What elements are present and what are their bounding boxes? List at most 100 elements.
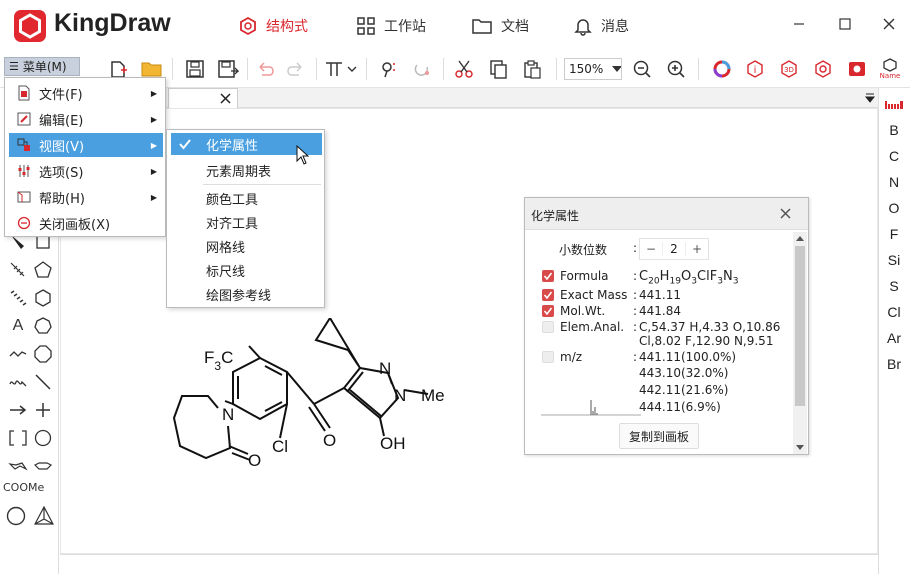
minimize-button[interactable] <box>784 12 814 36</box>
atom-text-tool[interactable]: A <box>6 314 30 338</box>
line-tool[interactable] <box>31 370 55 394</box>
toolbar-divider <box>366 58 367 80</box>
mz-peak: 442.11(21.6%) <box>639 383 729 397</box>
element-button-n[interactable]: N <box>878 174 910 190</box>
text-style-button[interactable] <box>322 56 346 82</box>
hexagon-icon <box>35 289 51 307</box>
tab-structure[interactable]: 结构式 <box>238 14 308 38</box>
search-structure-button[interactable] <box>811 56 835 82</box>
bold-hash-tool[interactable] <box>6 286 30 310</box>
scroll-up-icon[interactable] <box>796 235 804 241</box>
element-button-s[interactable]: S <box>878 278 910 294</box>
submenu-divider <box>203 184 321 185</box>
paste-button[interactable] <box>520 56 544 82</box>
exact-mass-checkbox[interactable] <box>542 289 554 301</box>
circle-tool[interactable] <box>31 426 55 450</box>
scroll-thumb[interactable] <box>795 246 805 406</box>
rotate-tool-button[interactable] <box>410 56 434 82</box>
submenu-item-color-tool[interactable]: 颜色工具 <box>171 187 322 209</box>
wavy-bond-tool[interactable] <box>6 370 30 394</box>
element-button-ar[interactable]: Ar <box>878 330 910 346</box>
mol-wt-checkbox[interactable] <box>542 305 554 317</box>
panel-scrollbar[interactable] <box>793 232 807 454</box>
close-tab-icon[interactable] <box>220 93 231 104</box>
document-tab[interactable] <box>168 88 238 109</box>
zoom-in-button[interactable] <box>664 56 688 82</box>
save-as-button[interactable] <box>216 56 240 82</box>
submenu-item-guides[interactable]: 绘图参考线 <box>171 283 322 305</box>
molecule-structure[interactable]: F3C N O Cl O N N Me OH <box>170 318 460 478</box>
copy-to-canvas-button[interactable]: 复制到画板 <box>619 423 699 449</box>
element-button-o[interactable]: O <box>878 200 910 216</box>
menu-item-help[interactable]: 帮助(H) ▶ <box>9 185 163 209</box>
periodic-table-button[interactable] <box>884 96 904 114</box>
benzene-circle-tool[interactable] <box>4 504 28 528</box>
tetrahedron-tool[interactable] <box>32 504 56 528</box>
pentagon-tool[interactable] <box>31 258 55 282</box>
octagon-tool[interactable] <box>31 342 55 366</box>
element-button-br[interactable]: Br <box>878 356 910 372</box>
name-to-structure-button[interactable]: Name <box>878 56 902 82</box>
chain-tool[interactable] <box>6 342 30 366</box>
menu-item-edit[interactable]: 编辑(E) ▶ <box>9 107 163 131</box>
menu-item-close-canvas[interactable]: 关闭画板(X) <box>9 211 163 235</box>
element-button-c[interactable]: C <box>878 148 910 164</box>
zoom-select[interactable]: 150% <box>564 58 622 80</box>
element-button-si[interactable]: Si <box>878 252 910 268</box>
undo-button[interactable] <box>252 56 276 82</box>
folder-icon <box>472 19 492 34</box>
tab-messages[interactable]: 消息 <box>573 14 629 38</box>
coome-template-tool[interactable]: COOMe <box>3 481 44 494</box>
mz-checkbox[interactable] <box>542 351 554 363</box>
menu-item-options[interactable]: 选项(S) ▶ <box>9 159 163 183</box>
menu-item-view[interactable]: 视图(V) ▶ <box>9 133 163 157</box>
submenu-item-grid[interactable]: 网格线 <box>171 235 322 257</box>
element-button-b[interactable]: B <box>878 122 910 138</box>
maximize-button[interactable] <box>830 12 860 36</box>
3d-view-button[interactable]: 3D <box>777 56 801 82</box>
elem-anal-checkbox[interactable] <box>542 321 554 333</box>
text-style-dropdown[interactable] <box>344 56 360 82</box>
submenu-item-ruler[interactable]: 标尺线 <box>171 259 322 281</box>
decimals-stepper[interactable]: − 2 + <box>639 238 709 260</box>
info-button[interactable]: i <box>743 56 767 82</box>
mz-peak: 443.10(32.0%) <box>639 366 729 380</box>
menu-item-file[interactable]: 文件(F) ▶ <box>9 81 163 105</box>
element-button-f[interactable]: F <box>878 226 910 242</box>
chair-tool[interactable] <box>6 454 30 478</box>
copy-button[interactable] <box>486 56 510 82</box>
hexagon-tool[interactable] <box>31 286 55 310</box>
line-icon <box>35 374 51 390</box>
cut-button[interactable] <box>452 56 476 82</box>
close-panel-icon[interactable] <box>780 208 791 219</box>
image-recognition-button[interactable] <box>845 56 869 82</box>
decrement-button[interactable]: − <box>640 242 662 256</box>
element-button-cl[interactable]: Cl <box>878 304 910 320</box>
heptagon-tool[interactable] <box>31 314 55 338</box>
scroll-down-icon[interactable] <box>796 445 804 451</box>
tab-workstation[interactable]: 工作站 <box>356 14 426 38</box>
tab-overflow-button[interactable] <box>864 92 876 108</box>
close-window-button[interactable] <box>874 12 904 36</box>
submenu-item-label: 化学属性 <box>206 138 259 154</box>
color-wheel-button[interactable] <box>710 56 734 82</box>
hash-wedge-tool[interactable] <box>6 258 30 282</box>
formula-checkbox[interactable] <box>542 270 554 282</box>
hydrogen-tool-button[interactable] <box>377 56 401 82</box>
bracket-tool[interactable] <box>6 426 30 450</box>
boat-tool[interactable] <box>31 454 55 478</box>
tab-docs[interactable]: 文档 <box>471 14 529 38</box>
boat-icon <box>33 462 53 470</box>
save-button[interactable] <box>183 56 207 82</box>
menu-button[interactable]: ☰ 菜单(M) <box>4 57 80 76</box>
zoom-out-button[interactable] <box>630 56 654 82</box>
name-structure-icon <box>883 58 897 72</box>
increment-button[interactable]: + <box>686 242 708 256</box>
submenu-arrow-icon: ▶ <box>150 114 157 124</box>
submenu-item-align-tool[interactable]: 对齐工具 <box>171 211 322 233</box>
redo-button[interactable] <box>285 56 309 82</box>
edit-icon <box>17 112 31 126</box>
plus-tool[interactable] <box>31 398 55 422</box>
arrow-tool[interactable] <box>6 398 30 422</box>
arrow-icon <box>10 405 27 415</box>
